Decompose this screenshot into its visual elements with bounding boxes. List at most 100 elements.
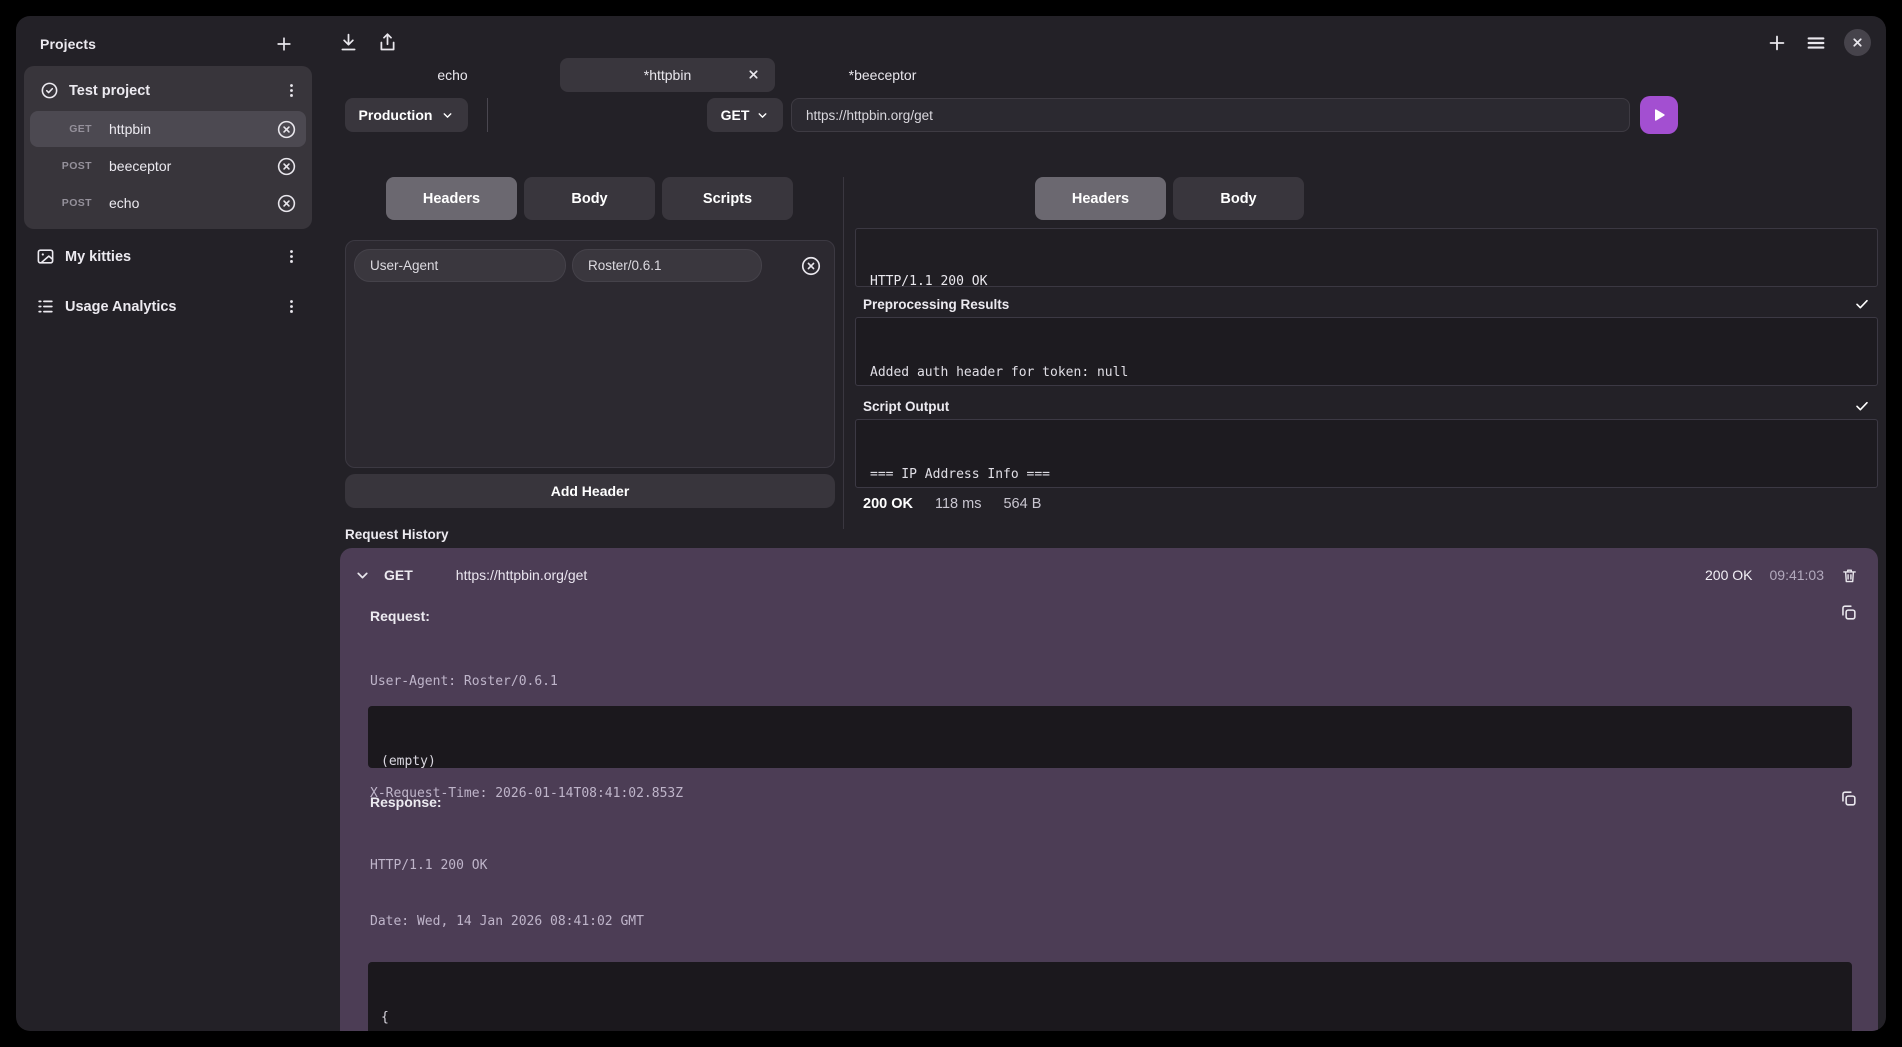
history-url: https://httpbin.org/get: [456, 567, 588, 583]
close-tab-button[interactable]: [747, 68, 760, 81]
list-icon: [36, 297, 55, 316]
history-response-label: Response:: [370, 794, 442, 810]
tab-label: echo: [437, 67, 467, 83]
tab-response-headers[interactable]: Headers: [1035, 177, 1166, 220]
method-dropdown[interactable]: GET: [707, 98, 783, 132]
request-name: echo: [109, 195, 276, 211]
tab-echo[interactable]: echo: [345, 58, 560, 92]
preprocessing-output[interactable]: Added auth header for token: null --- Re…: [855, 317, 1878, 386]
copy-request-button[interactable]: [1839, 603, 1858, 622]
kebab-menu-icon: [283, 82, 300, 99]
header-value-input[interactable]: [572, 249, 762, 282]
app-window: Projects Test project GET: [16, 16, 1886, 1031]
play-icon: [1651, 107, 1667, 123]
project-header[interactable]: Test project: [30, 72, 306, 110]
environment-dropdown[interactable]: Production: [345, 98, 468, 132]
delete-entry-button[interactable]: [1841, 567, 1858, 584]
script-output-title: Script Output: [863, 399, 949, 414]
new-tab-button[interactable]: [1766, 32, 1788, 54]
send-button[interactable]: [1640, 96, 1678, 134]
request-body-text: (empty): [381, 752, 1839, 768]
tab-beeceptor[interactable]: *beeceptor: [775, 58, 990, 92]
share-icon: [377, 32, 398, 53]
response-header-line: Date: Wed, 14 Jan 2026 08:41:02 GMT: [370, 913, 667, 932]
response-header-line: HTTP/1.1 200 OK: [370, 857, 667, 876]
history-request-body[interactable]: (empty): [368, 706, 1852, 768]
history-entry-header[interactable]: GET https://httpbin.org/get 200 OK 09:41…: [354, 557, 1858, 593]
x-circle-icon: [276, 156, 297, 177]
history-response-body[interactable]: { "args": {}, "headers": {: [368, 962, 1852, 1031]
response-headers-preview[interactable]: HTTP/1.1 200 OK Date: Wed, 14 Jan 2026 0…: [855, 228, 1878, 287]
remove-request-button[interactable]: [276, 119, 297, 140]
method-label: GET: [721, 107, 750, 123]
history-request-label: Request:: [370, 608, 430, 624]
close-window-button[interactable]: [1844, 29, 1871, 56]
request-method-badge: GET: [30, 123, 92, 135]
response-status-bar: 200 OK 118 ms 564 B: [863, 496, 1041, 512]
collection-name: My kitties: [65, 249, 273, 265]
pane-divider: [843, 177, 844, 529]
x-circle-icon: [276, 119, 297, 140]
url-input[interactable]: [791, 98, 1630, 132]
header-key-input[interactable]: [354, 249, 566, 282]
tab-label: *httpbin: [644, 67, 691, 83]
check-icon: [1854, 296, 1870, 312]
sidebar-item-my-kitties[interactable]: My kitties: [24, 234, 312, 279]
projects-title: Projects: [40, 36, 96, 52]
history-method: GET: [384, 567, 413, 583]
check-circle-icon: [40, 81, 59, 100]
collapse-entry-button[interactable]: [354, 567, 371, 584]
tab-label: *beeceptor: [849, 67, 917, 83]
preprocessing-title: Preprocessing Results: [863, 297, 1009, 312]
project-menu-button[interactable]: [283, 82, 300, 99]
import-button[interactable]: [338, 32, 359, 53]
sidebar-request-echo[interactable]: POST echo: [30, 185, 306, 221]
add-header-button[interactable]: Add Header: [345, 474, 835, 508]
response-body-line: {: [381, 1008, 1839, 1027]
request-method-badge: POST: [30, 197, 92, 209]
project-name: Test project: [69, 83, 273, 99]
remove-header-button[interactable]: [800, 255, 822, 277]
request-name: httpbin: [109, 121, 276, 137]
tab-request-headers[interactable]: Headers: [386, 177, 517, 220]
collection-menu-button[interactable]: [283, 248, 300, 265]
collection-name: Usage Analytics: [65, 299, 273, 315]
chevron-down-icon: [354, 567, 371, 584]
tab-httpbin[interactable]: *httpbin: [560, 58, 775, 92]
remove-request-button[interactable]: [276, 193, 297, 214]
request-headers-panel: [345, 240, 835, 468]
script-output-section-header: Script Output: [855, 395, 1878, 417]
close-icon: [747, 68, 760, 81]
request-header-line: User-Agent: Roster/0.6.1: [370, 673, 683, 692]
sidebar-request-beeceptor[interactable]: POST beeceptor: [30, 148, 306, 184]
header-row: [354, 249, 826, 282]
plus-icon: [274, 34, 294, 54]
sidebar-header: Projects: [24, 22, 312, 64]
collection-menu-button[interactable]: [283, 298, 300, 315]
tab-request-body[interactable]: Body: [524, 177, 655, 220]
main-menu-button[interactable]: [1805, 32, 1827, 54]
project-group: Test project GET httpbin POST be: [24, 66, 312, 229]
add-project-button[interactable]: [274, 34, 294, 54]
hamburger-icon: [1805, 32, 1827, 54]
tab-bar: echo *httpbin *beeceptor: [345, 58, 990, 92]
close-icon: [1851, 36, 1864, 49]
tab-request-scripts[interactable]: Scripts: [662, 177, 793, 220]
x-circle-icon: [276, 193, 297, 214]
x-circle-icon: [800, 255, 822, 277]
script-output-line: === IP Address Info ===: [870, 465, 1863, 485]
request-name: beeceptor: [109, 158, 276, 174]
sidebar-item-usage-analytics[interactable]: Usage Analytics: [24, 284, 312, 329]
request-editor-tabs: Headers Body Scripts: [386, 177, 793, 220]
history-entry: GET https://httpbin.org/get 200 OK 09:41…: [340, 548, 1878, 1031]
request-history-title: Request History: [345, 527, 449, 542]
export-button[interactable]: [377, 32, 398, 53]
tab-response-body[interactable]: Body: [1173, 177, 1304, 220]
remove-request-button[interactable]: [276, 156, 297, 177]
copy-response-button[interactable]: [1839, 789, 1858, 808]
status-size: 564 B: [1003, 496, 1041, 512]
sidebar-request-httpbin[interactable]: GET httpbin: [30, 111, 306, 147]
script-output[interactable]: === IP Address Info === IP: 195.146.105.…: [855, 419, 1878, 488]
check-icon: [1854, 398, 1870, 414]
copy-icon: [1839, 789, 1858, 808]
